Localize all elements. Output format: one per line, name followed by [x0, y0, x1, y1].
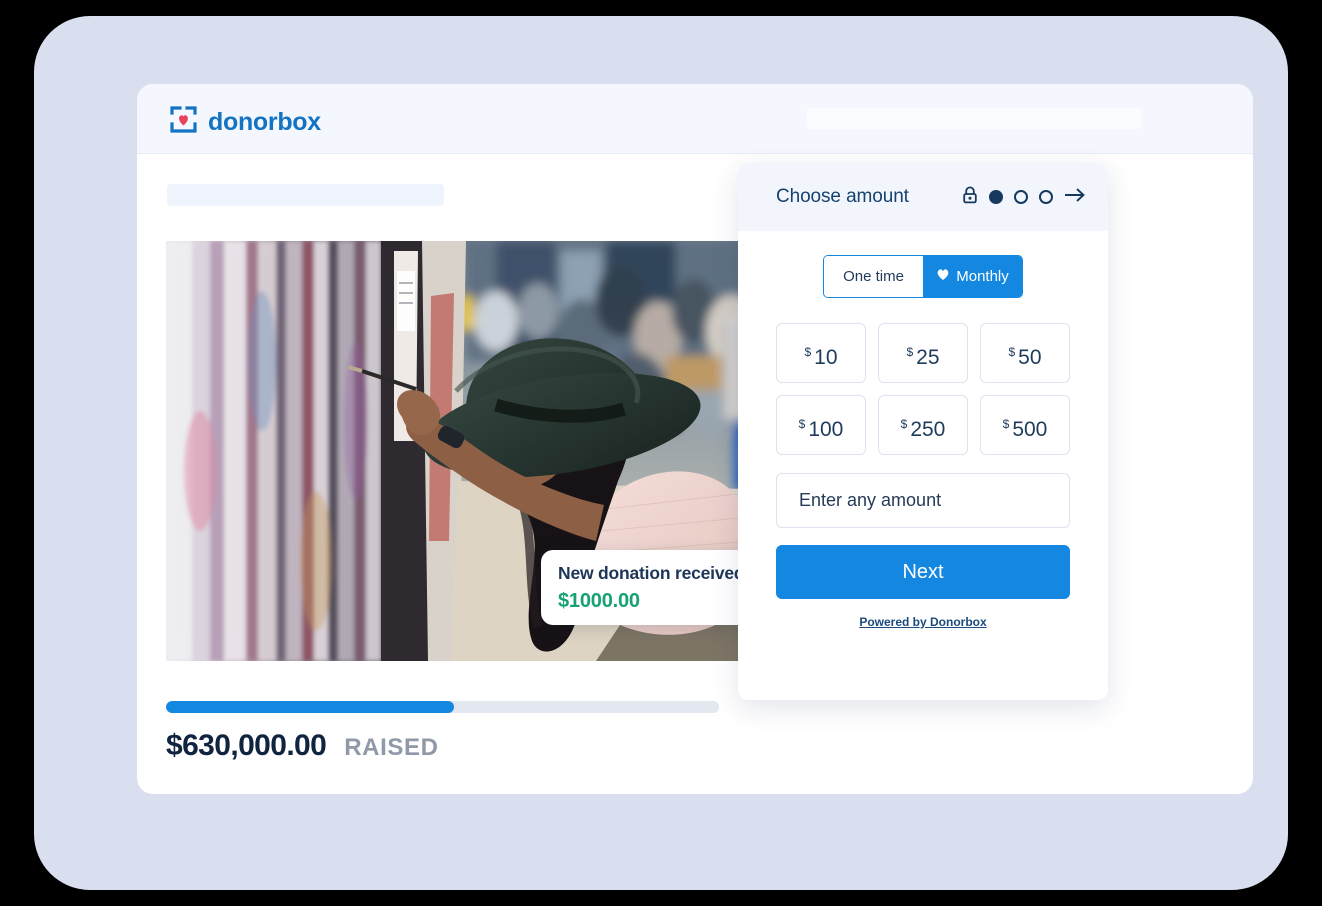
amount-value: 500 [1012, 417, 1048, 441]
step-dot-3[interactable] [1039, 190, 1053, 204]
amount-currency: $ [1002, 416, 1010, 431]
amount-value: 100 [808, 417, 844, 441]
amount-value: 50 [1018, 345, 1042, 369]
donation-frequency-toggle: One time Monthly [823, 255, 1023, 298]
donation-form-panel: Choose amount One time Monthly $ 10 $ 25… [738, 163, 1108, 700]
amount-button[interactable]: $ 250 [878, 395, 968, 455]
heart-icon [936, 268, 950, 285]
donation-form-header: Choose amount [738, 163, 1108, 231]
amount-value: 10 [814, 345, 838, 369]
progress-bar-fill [166, 701, 454, 713]
powered-by-donorbox-link[interactable]: Powered by Donorbox [776, 615, 1070, 629]
custom-amount-input[interactable] [776, 473, 1070, 528]
monthly-label: Monthly [956, 268, 1009, 285]
campaign-hero-image: New donation received $1000.00 [166, 241, 816, 661]
arrow-right-icon[interactable] [1064, 187, 1086, 208]
donation-form-body: One time Monthly $ 10 $ 25 $ 50 $ 100 $ … [738, 231, 1108, 629]
site-header: donorbox [137, 84, 1253, 154]
one-time-tab[interactable]: One time [824, 256, 923, 297]
amount-currency: $ [1008, 344, 1016, 359]
brand-name-text: donorbox [208, 107, 321, 136]
brand-logo[interactable]: donorbox [168, 104, 321, 140]
amount-currency: $ [906, 344, 914, 359]
amount-currency: $ [798, 416, 806, 431]
amount-button[interactable]: $ 500 [980, 395, 1070, 455]
preset-amount-grid: $ 10 $ 25 $ 50 $ 100 $ 250 $ 500 [776, 323, 1070, 455]
amount-button[interactable]: $ 25 [878, 323, 968, 383]
form-step-controls [962, 186, 1086, 209]
raised-summary: $630,000.00 RAISED [166, 729, 439, 763]
campaign-title-placeholder-bar [167, 184, 444, 206]
amount-currency: $ [804, 344, 812, 359]
device-frame: donorbox New donation received $1000.00 … [34, 16, 1288, 890]
donorbox-heart-logo-icon [168, 104, 199, 140]
form-step-title: Choose amount [776, 186, 909, 207]
monthly-tab[interactable]: Monthly [923, 256, 1022, 297]
fundraising-progress-bar [166, 701, 719, 713]
raised-amount-value: $630,000.00 [166, 729, 327, 762]
amount-value: 250 [910, 417, 946, 441]
lock-icon [962, 186, 978, 209]
amount-button[interactable]: $ 10 [776, 323, 866, 383]
step-dot-2[interactable] [1014, 190, 1028, 204]
one-time-label: One time [843, 268, 904, 285]
header-placeholder-bar [807, 108, 1142, 129]
amount-button[interactable]: $ 50 [980, 323, 1070, 383]
amount-value: 25 [916, 345, 940, 369]
amount-currency: $ [900, 416, 908, 431]
step-dot-1[interactable] [989, 190, 1003, 204]
raised-label: RAISED [344, 734, 439, 761]
next-button[interactable]: Next [776, 545, 1070, 599]
amount-button[interactable]: $ 100 [776, 395, 866, 455]
